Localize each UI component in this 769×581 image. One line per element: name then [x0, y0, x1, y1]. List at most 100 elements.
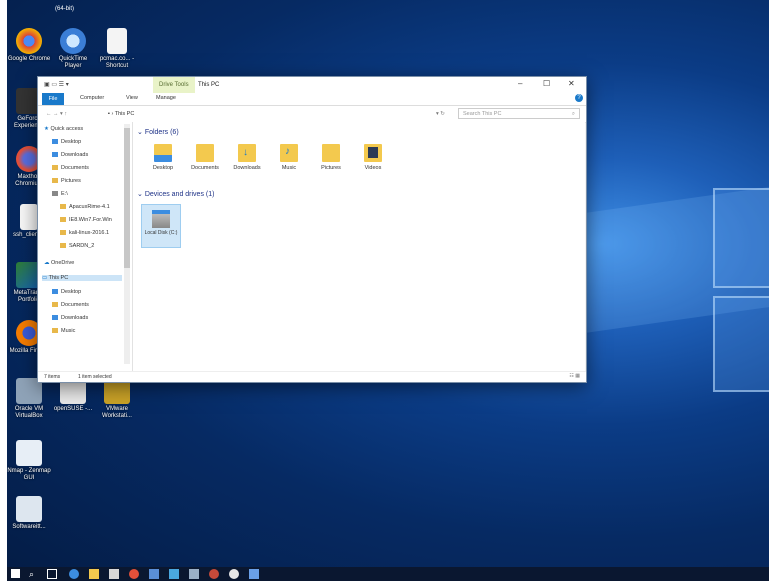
refresh-icon[interactable]: ▾ ↻	[436, 111, 445, 117]
nav-item-pictures[interactable]: Pictures	[52, 178, 81, 184]
ribbon-tabs: File Computer View Manage ?	[38, 93, 586, 106]
store-icon[interactable]	[109, 569, 119, 579]
folder-desktop[interactable]: Desktop	[143, 144, 183, 171]
nav-scrollbar[interactable]	[124, 124, 130, 364]
nav-item-documents[interactable]: Documents	[52, 165, 89, 171]
devices-header-text: Devices and drives (1)	[144, 191, 215, 198]
nav-label: IE8.Win7.For.Win	[69, 217, 112, 223]
file-explorer-window: ▣ ▭ ☰ ▾ Drive Tools This PC – ☐ ✕ File C…	[37, 76, 587, 383]
tab-view[interactable]: View	[126, 95, 138, 101]
hard-drive-icon	[152, 210, 170, 228]
nav-item-downloads[interactable]: Downloads	[52, 315, 88, 321]
local-disk-c[interactable]: Local Disk (C:)	[141, 204, 181, 248]
desktop-icon-label: VMware Workstati...	[102, 406, 132, 419]
nav-item-desktop[interactable]: Desktop	[52, 139, 81, 145]
file-icon	[20, 204, 38, 230]
desktop-icon-label: openSUSE -...	[53, 406, 93, 412]
computer-icon: ▭	[42, 275, 49, 281]
desktop-icon-chrome[interactable]: Google Chrome	[7, 28, 51, 63]
nav-item-downloads[interactable]: Downloads	[52, 152, 88, 158]
devices-group-header[interactable]: ⌄ Devices and drives (1)	[137, 190, 214, 198]
folder-label: Videos	[364, 165, 382, 171]
desktop-icon-label: Nmap - Zenmap GUI	[7, 468, 51, 481]
folder-music[interactable]: ♪ Music	[269, 144, 309, 171]
nav-item-this-pc[interactable]: ▭ This PC	[42, 275, 122, 281]
window-title: This PC	[198, 82, 220, 88]
tab-manage[interactable]: Manage	[156, 95, 176, 101]
desktop-icon-vmware[interactable]: VMware Workstati...	[95, 378, 139, 420]
folder-icon	[52, 165, 58, 170]
folder-icon	[52, 178, 58, 183]
nav-item-folder[interactable]: SARDN_2	[60, 243, 94, 249]
app-icon[interactable]	[249, 569, 259, 579]
nav-label: kali-linux-2016.1	[69, 230, 110, 236]
drive-icon	[52, 191, 58, 196]
nav-item-folder[interactable]: IE8.Win7.For.Win	[60, 217, 112, 223]
app-icon[interactable]	[149, 569, 159, 579]
help-icon[interactable]: ?	[575, 94, 583, 102]
shortcut-file-icon	[107, 28, 127, 54]
desktop-icon-shortcut[interactable]: pcmac.co... - Shortcut	[95, 28, 139, 70]
tab-file[interactable]: File	[42, 93, 64, 105]
firefox-taskbar-icon[interactable]	[129, 569, 139, 579]
address-path-text: This PC	[114, 111, 135, 117]
drive-tools-tab[interactable]: Drive Tools	[153, 77, 195, 93]
desktop-icon-label: Softwareitt...	[12, 524, 46, 530]
navigation-pane: ★ Quick access Desktop Downloads Documen…	[38, 122, 133, 371]
desktop-icon-opensuse[interactable]: openSUSE -...	[51, 378, 95, 413]
nav-item-e-drive[interactable]: E:\	[52, 191, 68, 197]
taskbar: ⌕	[7, 567, 769, 581]
desktop-icon-label: pcmac.co... - Shortcut	[99, 56, 135, 69]
app-icon[interactable]	[189, 569, 199, 579]
maximize-icon[interactable]: ☐	[543, 79, 550, 88]
chrome-icon	[16, 28, 42, 54]
nav-item-folder[interactable]: ApacuxRime-4.1	[60, 204, 110, 210]
folder-icon	[52, 152, 58, 157]
folder-downloads[interactable]: ↓ Downloads	[227, 144, 267, 171]
nav-scrollbar-thumb[interactable]	[124, 128, 130, 268]
view-toggle-icons[interactable]: ☷ ▦	[569, 373, 580, 379]
folder-videos[interactable]: Videos	[353, 144, 393, 171]
nav-quick-access[interactable]: ★ Quick access	[44, 126, 83, 132]
minimize-icon[interactable]: –	[518, 79, 522, 88]
tab-computer[interactable]: Computer	[80, 95, 104, 101]
start-button-icon[interactable]	[11, 569, 20, 578]
app-icon[interactable]	[229, 569, 239, 579]
desktop-icon-virtualbox[interactable]: Oracle VM VirtualBox	[7, 378, 51, 420]
folder-icon	[60, 230, 66, 235]
search-icon[interactable]: ⌕	[29, 569, 39, 579]
close-icon[interactable]: ✕	[568, 79, 575, 88]
nav-label: OneDrive	[51, 260, 75, 266]
folder-documents[interactable]: Documents	[185, 144, 225, 171]
folders-group-header[interactable]: ⌄ Folders (6)	[137, 128, 179, 136]
drive-label: Local Disk (C:)	[144, 230, 178, 236]
nav-item-music[interactable]: Music	[52, 328, 75, 334]
desktop-folder-icon	[154, 144, 172, 162]
desktop-icon-zenmap[interactable]: Nmap - Zenmap GUI	[7, 440, 51, 482]
downloads-folder-icon: ↓	[238, 144, 256, 162]
search-input[interactable]: Search This PC ⌕	[458, 108, 580, 119]
app-icon[interactable]	[169, 569, 179, 579]
software-icon	[16, 496, 42, 522]
folder-icon	[52, 302, 58, 307]
folder-icon	[52, 315, 58, 320]
nav-item-desktop[interactable]: Desktop	[52, 289, 81, 295]
desktop-icon-software[interactable]: Softwareitt...	[7, 496, 51, 531]
quick-access-toolbar[interactable]: ▣ ▭ ☰ ▾	[44, 81, 69, 88]
nav-item-folder[interactable]: kali-linux-2016.1	[60, 230, 109, 236]
zenmap-icon	[16, 440, 42, 466]
nav-item-onedrive[interactable]: ☁ OneDrive	[44, 260, 74, 266]
edge-icon[interactable]	[69, 569, 79, 579]
folder-label: Music	[281, 165, 297, 171]
address-path[interactable]: ▪ › This PC	[108, 111, 134, 117]
address-bar-row: ← → ▾ ↑ ▪ › This PC ▾ ↻ Search This PC ⌕	[38, 106, 586, 123]
desktop-icon-quicktime[interactable]: QuickTime Player	[51, 28, 95, 70]
file-explorer-icon[interactable]	[89, 569, 99, 579]
nav-label: E:\	[61, 191, 68, 197]
search-icon: ⌕	[571, 111, 575, 117]
task-view-icon[interactable]	[47, 569, 57, 579]
app-icon[interactable]	[209, 569, 219, 579]
folder-pictures[interactable]: Pictures	[311, 144, 351, 171]
nav-buttons[interactable]: ← → ▾ ↑	[46, 111, 67, 117]
nav-item-documents[interactable]: Documents	[52, 302, 89, 308]
